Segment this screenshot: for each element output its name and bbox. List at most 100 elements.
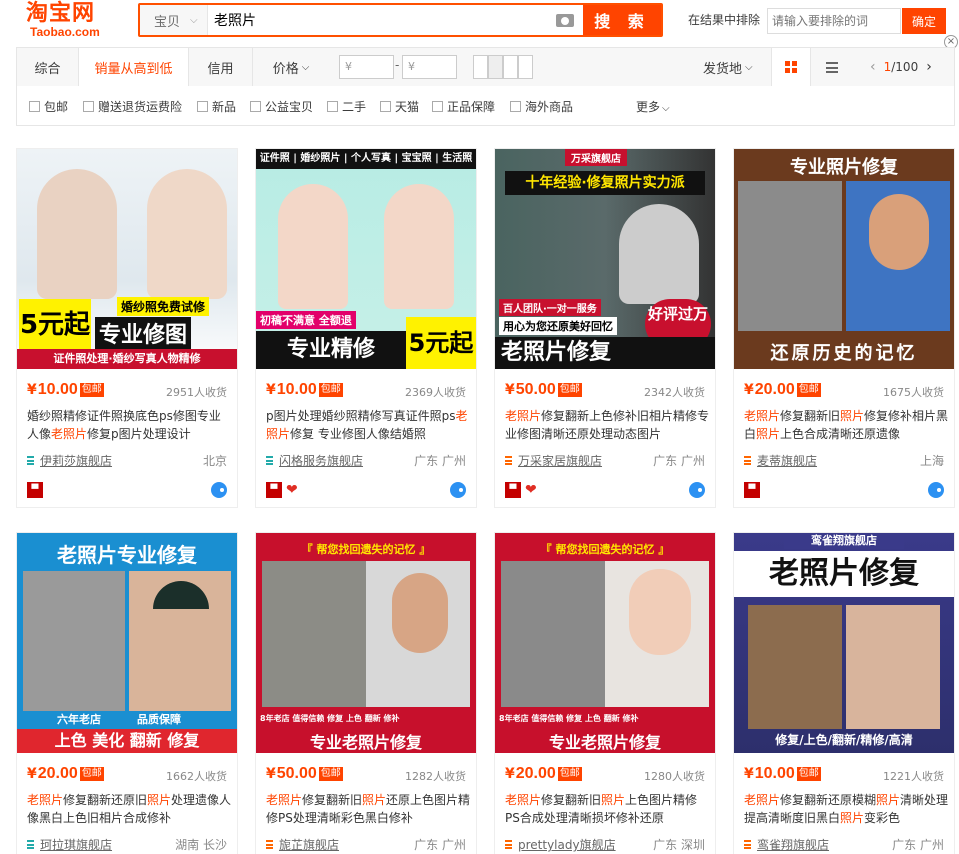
location: 湖南 长沙	[175, 838, 227, 852]
sort-tab-price[interactable]: 价格 ⌵	[253, 48, 329, 86]
search-button[interactable]: 搜 索	[583, 5, 661, 35]
product-image[interactable]: 『 帮您找回遗失的记忆 』 8年老店 值得信赖 修复 上色 翻新 修补 专业老照…	[256, 533, 476, 753]
product-card[interactable]: 『 帮您找回遗失的记忆 』 8年老店 值得信赖 修复 上色 翻新 修补 专业老照…	[494, 532, 716, 854]
product-card[interactable]: 老照片专业修复 六年老店 品质保障 上色 美化 翻新 修复 ¥20.00 包邮 1…	[16, 532, 238, 854]
img-text: 百人团队·一对一服务	[499, 299, 601, 316]
tmall-icon[interactable]: ▀	[266, 482, 282, 498]
filter-overseas[interactable]: 海外商品	[510, 98, 573, 115]
price-range-toggle[interactable]	[473, 55, 535, 79]
title-text: 修复翻新旧	[302, 793, 363, 807]
filter-return-insurance[interactable]: 赠送退货运费险	[83, 98, 182, 115]
search-type-select[interactable]: 宝贝 ⌵	[140, 5, 208, 35]
product-title[interactable]: 婚纱照精修证件照换底色ps修图专业人像老照片修复p图片处理设计	[27, 407, 232, 443]
confirm-exclude-button[interactable]: 确定	[902, 8, 946, 34]
sort-tab-default[interactable]: 综合	[17, 48, 79, 86]
product-image[interactable]: 婚纱照免费试修 5元起 专业修图 证件照处理·婚纱写真人物精修	[17, 149, 237, 369]
img-text: 老照片修复	[495, 337, 715, 369]
wangwang-chat-icon[interactable]	[450, 482, 466, 498]
product-image[interactable]: 老照片专业修复 六年老店 品质保障 上色 美化 翻新 修复	[17, 533, 237, 753]
product-title[interactable]: 老照片修复翻新上色修补旧相片精修专业修图清晰还原处理动态图片	[505, 407, 710, 443]
search-input[interactable]	[208, 5, 547, 35]
product-image[interactable]: 『 帮您找回遗失的记忆 』 8年老店 值得信赖 修复 上色 翻新 修补 专业老照…	[495, 533, 715, 753]
checkbox[interactable]	[327, 101, 338, 112]
sort-tab-sales[interactable]: 销量从高到低	[79, 48, 189, 86]
shop-link[interactable]: 麦蒂旗舰店	[744, 452, 817, 469]
wangwang-chat-icon[interactable]	[689, 482, 705, 498]
title-keyword-highlight: 老照片	[744, 793, 781, 807]
search-box: 宝贝 ⌵ 搜 索	[138, 3, 663, 37]
product-title[interactable]: 老照片修复翻新旧照片上色图片精修PS合成处理清晰损坏修补还原	[505, 791, 710, 827]
prev-page-icon[interactable]: ‹	[862, 59, 884, 75]
checkbox[interactable]	[432, 101, 443, 112]
product-title[interactable]: 老照片修复翻新旧照片还原上色图片精修PS处理清晰彩色黑白修补	[266, 791, 471, 827]
img-text: 十年经验·修复照片实力派	[505, 171, 705, 195]
list-icon	[826, 61, 838, 73]
tmall-icon[interactable]: ▀	[505, 482, 521, 498]
product-card[interactable]: 专业照片修复 还原历史的记忆 ¥20.00 包邮 1675人收货 老照片修复翻新旧…	[733, 148, 955, 508]
title-text: p图片处理婚纱照精修写真证件照ps	[266, 409, 456, 423]
camera-search-button[interactable]	[547, 5, 583, 35]
title-keyword-highlight: 照片	[147, 793, 172, 807]
exclude-input[interactable]	[767, 8, 901, 34]
checkbox[interactable]	[510, 101, 521, 112]
checkbox[interactable]	[29, 101, 40, 112]
shop-link[interactable]: 闪格服务旗舰店	[266, 452, 363, 469]
product-card[interactable]: 鸾雀翔旗舰店 老照片修复 修复/上色/翻新/精修/高清 ¥10.00 包邮 122…	[733, 532, 955, 854]
product-card[interactable]: 『 帮您找回遗失的记忆 』 8年老店 值得信赖 修复 上色 翻新 修补 专业老照…	[255, 532, 477, 854]
ship-from-select[interactable]: 发货地 ⌵	[703, 48, 753, 86]
product-card[interactable]: 婚纱照免费试修 5元起 专业修图 证件照处理·婚纱写真人物精修 ¥10.00 包邮…	[16, 148, 238, 508]
taobao-logo[interactable]: 淘宝网 Taobao.com	[26, 2, 126, 40]
shop-link[interactable]: 旎芷旗舰店	[266, 836, 339, 853]
filter-genuine[interactable]: 正品保障	[432, 98, 495, 115]
filter-free-shipping[interactable]: 包邮	[29, 98, 68, 115]
title-text: 变彩色	[864, 811, 901, 825]
shop-link[interactable]: 鸾雀翔旗舰店	[744, 836, 829, 853]
product-image[interactable]: 万采旗舰店 十年经验·修复照片实力派 百人团队·一对一服务 用心为您还原美好回忆…	[495, 149, 715, 369]
price-max-input[interactable]: ¥	[402, 55, 457, 79]
product-image[interactable]: 专业照片修复 还原历史的记忆	[734, 149, 954, 369]
img-text: 品质保障	[137, 713, 181, 726]
next-page-icon[interactable]: ›	[918, 59, 940, 75]
product-card[interactable]: 万采旗舰店 十年经验·修复照片实力派 百人团队·一对一服务 用心为您还原美好回忆…	[494, 148, 716, 508]
shop-link[interactable]: 万采家居旗舰店	[505, 452, 602, 469]
title-text: 修复翻新旧	[541, 793, 602, 807]
product-title[interactable]: 老照片修复翻新旧照片修复修补相片黑白照片上色合成清晰还原遗像	[744, 407, 949, 443]
product-title[interactable]: p图片处理婚纱照精修写真证件照ps老照片修复 专业修图人像结婚照	[266, 407, 471, 443]
sort-tab-credit[interactable]: 信用	[189, 48, 253, 86]
heart-icon[interactable]: ❤	[525, 482, 537, 498]
heart-icon[interactable]: ❤	[286, 482, 298, 498]
product-image[interactable]: 证件照 | 婚纱照片 | 个人写真 | 宝宝照 | 生活照 初稿不满意 全额退 …	[256, 149, 476, 369]
page-total: /100	[891, 60, 919, 74]
tmall-icon[interactable]: ▀	[744, 482, 760, 498]
product-title[interactable]: 老照片修复翻新还原旧照片处理遗像人像黑白上色旧相片合成修补	[27, 791, 232, 827]
checkbox[interactable]	[197, 101, 208, 112]
wangwang-chat-icon[interactable]	[211, 482, 227, 498]
shop-link[interactable]: 珂拉琪旗舰店	[27, 836, 112, 853]
filter-charity[interactable]: 公益宝贝	[250, 98, 313, 115]
checkbox[interactable]	[83, 101, 94, 112]
product-image[interactable]: 鸾雀翔旗舰店 老照片修复 修复/上色/翻新/精修/高清	[734, 533, 954, 753]
price-min-input[interactable]: ¥	[339, 55, 394, 79]
product-card[interactable]: 证件照 | 婚纱照片 | 个人写真 | 宝宝照 | 生活照 初稿不满意 全额退 …	[255, 148, 477, 508]
filter-second-hand[interactable]: 二手	[327, 98, 366, 115]
wangwang-chat-icon[interactable]	[928, 482, 944, 498]
title-keyword-highlight: 老照片	[51, 427, 88, 441]
more-filters-button[interactable]: 更多 ⌵	[636, 98, 670, 115]
shop-link[interactable]: prettylady旗舰店	[505, 836, 616, 853]
filter-new[interactable]: 新品	[197, 98, 236, 115]
list-view-button[interactable]	[812, 48, 852, 86]
shop-icon	[744, 840, 751, 849]
product-title[interactable]: 老照片修复翻新还原模糊照片清晰处理提高清晰度旧黑白照片变彩色	[744, 791, 949, 827]
price: ¥50.00 包邮	[266, 765, 343, 782]
title-keyword-highlight: 老照片	[505, 409, 542, 423]
filter-row: 包邮 赠送退货运费险 新品 公益宝贝 二手 天猫 正品保障 海外商品 更多 ⌵	[16, 86, 955, 126]
title-keyword-highlight: 老照片	[266, 793, 303, 807]
checkbox[interactable]	[250, 101, 261, 112]
filter-tmall[interactable]: 天猫	[380, 98, 419, 115]
sold-count: 1282人收货	[405, 770, 466, 783]
price-value: 50.00	[276, 765, 317, 782]
tmall-icon[interactable]: ▀	[27, 482, 43, 498]
checkbox[interactable]	[380, 101, 391, 112]
grid-view-button[interactable]	[771, 48, 811, 86]
shop-link[interactable]: 伊莉莎旗舰店	[27, 452, 112, 469]
